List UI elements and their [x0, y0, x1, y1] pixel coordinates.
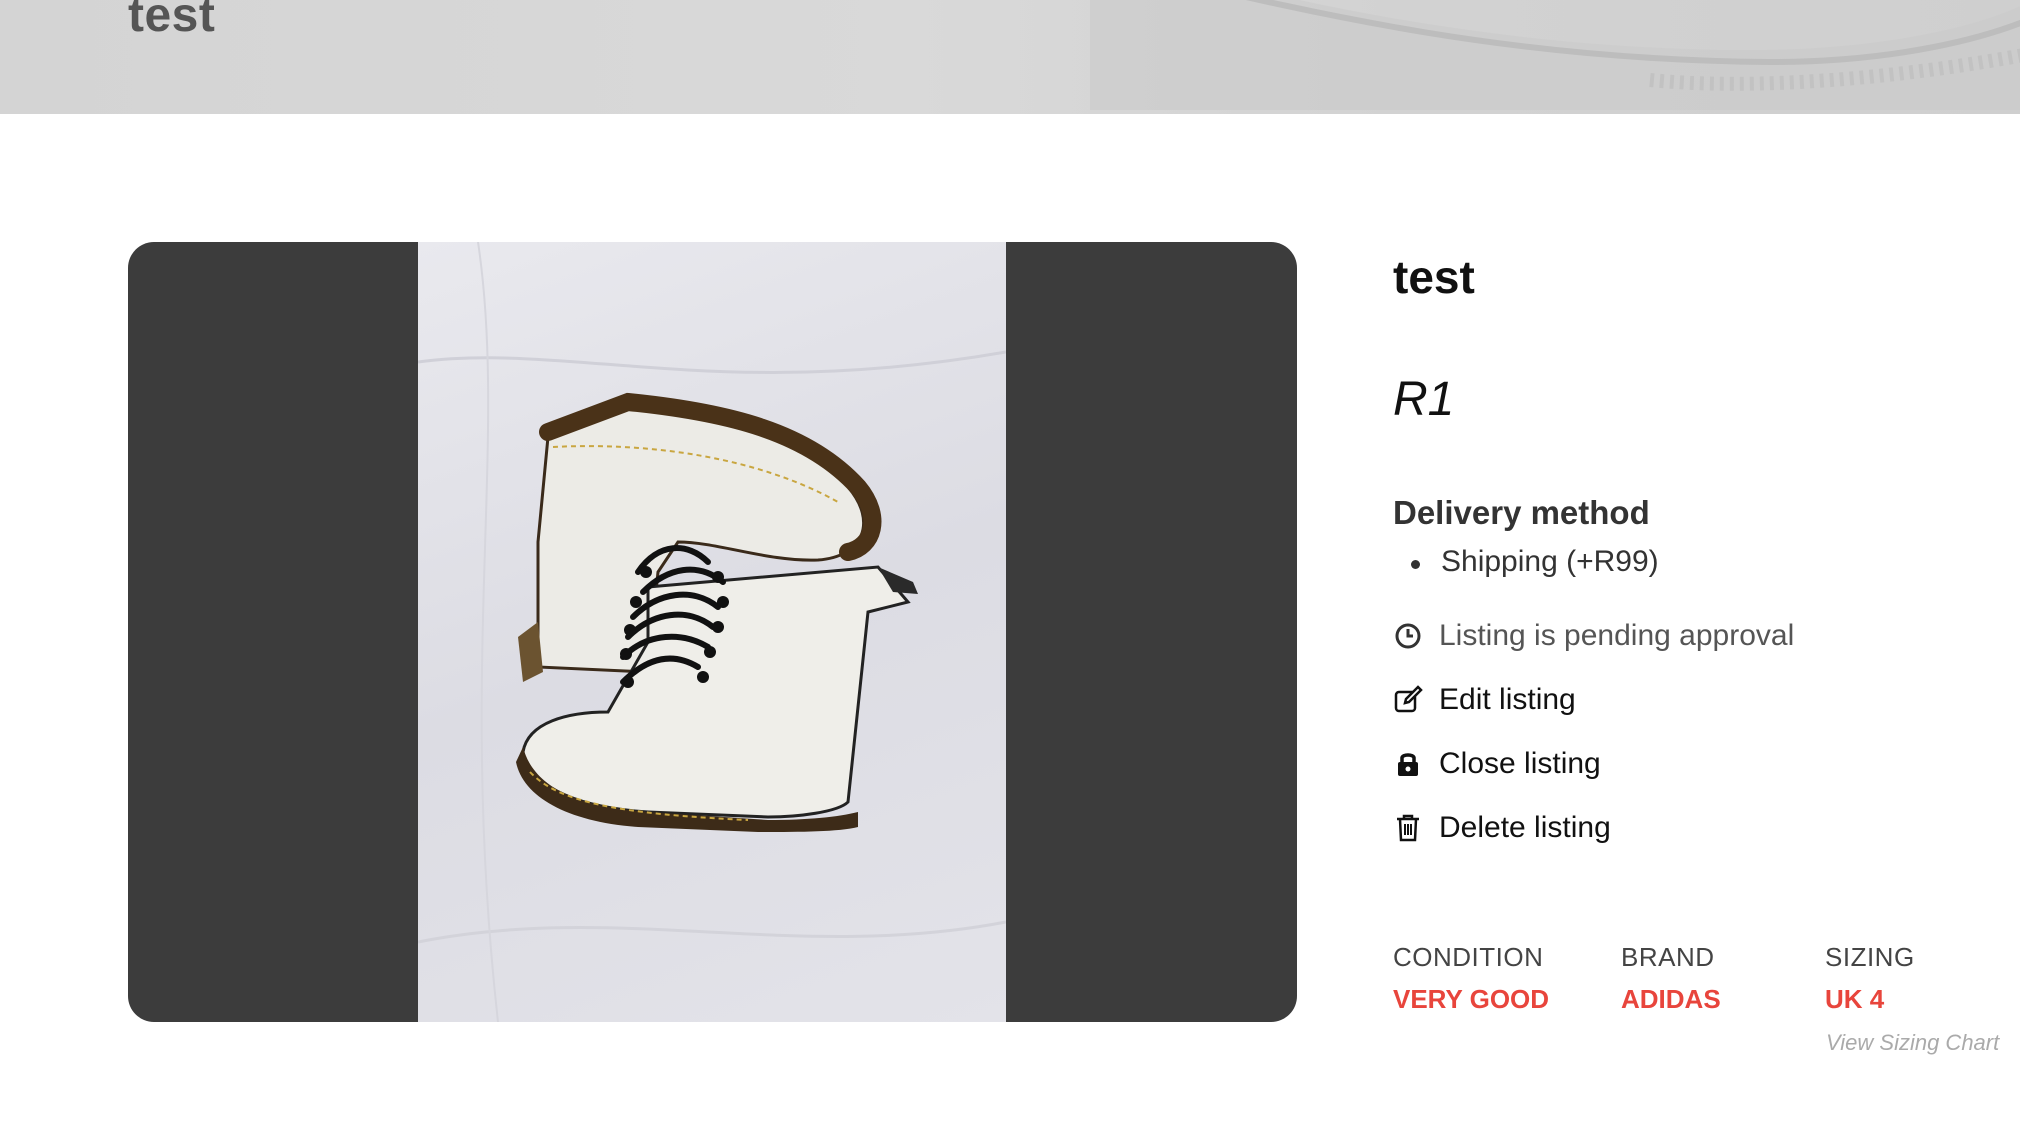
listing-title: test: [1393, 251, 1475, 303]
delete-listing-label: Delete listing: [1439, 811, 1611, 844]
delivery-method-heading: Delivery method: [1393, 494, 1650, 531]
clock-icon: [1393, 621, 1423, 651]
close-listing-label: Close listing: [1439, 747, 1601, 780]
brand-value: ADIDAS: [1621, 984, 1721, 1014]
status-text: Listing is pending approval: [1439, 619, 1795, 652]
sizing-label: SIZING: [1825, 942, 1915, 972]
condition-label: CONDITION: [1393, 942, 1544, 972]
listing-status: Listing is pending approval: [1393, 616, 1794, 656]
edit-listing-label: Edit listing: [1439, 683, 1576, 716]
lock-icon: [1393, 749, 1423, 779]
trash-icon: [1393, 813, 1423, 843]
close-listing-button[interactable]: Close listing: [1393, 744, 1601, 784]
delivery-method-list: Shipping (+R99): [1393, 542, 1659, 582]
banner-shoe-image: [1090, 0, 2020, 110]
header-banner: test: [0, 0, 2020, 114]
listing-photo[interactable]: [418, 242, 1006, 1022]
condition-value: VERY GOOD: [1393, 984, 1550, 1014]
page-title: test: [128, 0, 216, 42]
sizing-value: UK 4: [1825, 984, 1885, 1014]
listing-price: R1: [1393, 373, 1455, 426]
view-sizing-chart-link[interactable]: View Sizing Chart: [1826, 1030, 1999, 1056]
delete-listing-button[interactable]: Delete listing: [1393, 808, 1611, 848]
edit-listing-button[interactable]: Edit listing: [1393, 680, 1576, 720]
boots-image: [418, 242, 1006, 1022]
brand-label: BRAND: [1621, 942, 1715, 972]
delivery-method-item: Shipping (+R99): [1393, 542, 1659, 582]
edit-icon: [1393, 685, 1423, 715]
listing-image-gallery[interactable]: [128, 242, 1297, 1022]
